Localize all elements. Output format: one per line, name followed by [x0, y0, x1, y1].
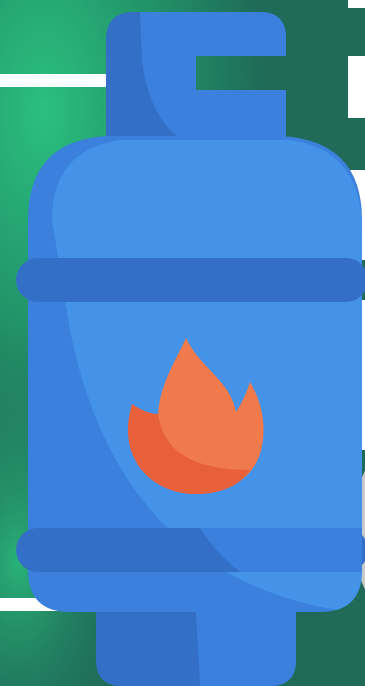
illustration-canvas	[0, 0, 365, 686]
bg-block-mid-right	[348, 56, 365, 118]
bg-stripe-top-left	[0, 74, 120, 87]
gas-cylinder-illustration	[0, 0, 365, 686]
cylinder-band-top	[16, 258, 365, 302]
bg-block-top-right	[348, 0, 365, 8]
